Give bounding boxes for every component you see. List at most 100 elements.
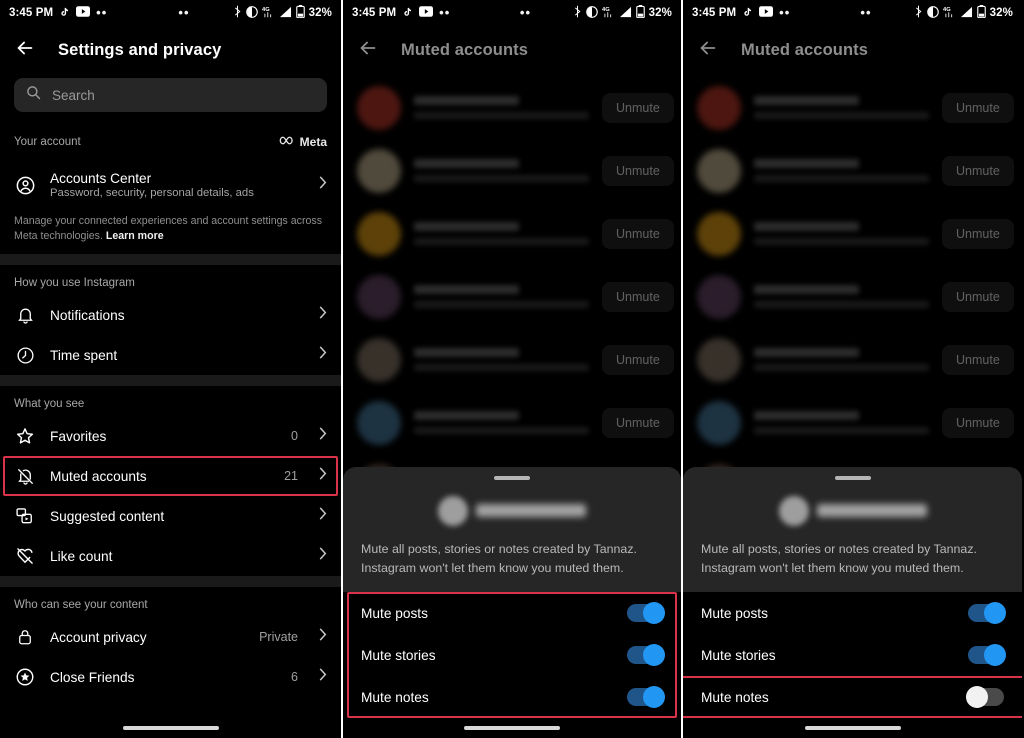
cellular-signal-icon [960, 6, 973, 21]
suggested-content-icon [14, 505, 36, 527]
learn-more-link[interactable]: Learn more [106, 230, 164, 242]
section-divider [0, 576, 341, 588]
chevron-right-icon [319, 668, 327, 686]
home-indicator [0, 718, 341, 738]
avatar [438, 495, 468, 526]
meta-infinity-icon [279, 135, 296, 149]
mute-posts-switch[interactable] [968, 602, 1006, 624]
4g-signal-icon: 4G [262, 5, 275, 21]
chevron-right-icon [319, 507, 327, 525]
favorites-count: 0 [291, 429, 298, 444]
mute-notes-switch[interactable] [966, 686, 1004, 708]
section-label-who-can-see: Who can see your content [14, 599, 148, 612]
cellular-signal-icon [619, 6, 632, 21]
muted-accounts-count: 21 [284, 469, 298, 484]
status-bar: 3:45 PM •• •• 4G 32% [683, 0, 1022, 26]
account-username-redacted [476, 504, 586, 518]
mute-options-bottom-sheet: Mute all posts, stories or notes created… [683, 466, 1022, 738]
more-dots-icon: •• [439, 5, 451, 20]
sidebar-item-account-privacy[interactable]: Account privacy Private [0, 617, 341, 657]
svg-text:4G: 4G [943, 7, 951, 13]
sidebar-item-muted-accounts[interactable]: Muted accounts 21 [0, 456, 341, 497]
mute-posts-switch[interactable] [627, 602, 665, 624]
heart-slash-icon [14, 545, 36, 567]
sheet-account-header [683, 492, 1022, 530]
mute-toggle-group: Mute posts Mute stories Mute notes [343, 592, 681, 718]
mute-toggle-group: Mute posts Mute stories Mute notes [683, 592, 1022, 718]
sidebar-item-suggested-content[interactable]: Suggested content [0, 496, 341, 536]
svg-text:4G: 4G [262, 7, 270, 13]
tiktok-icon [59, 6, 70, 21]
toggle-row-mute-posts[interactable]: Mute posts [343, 592, 681, 634]
bluetooth-icon [233, 5, 242, 21]
bell-slash-icon [14, 465, 36, 487]
cellular-signal-icon [279, 6, 292, 21]
sidebar-item-like-count[interactable]: Like count [0, 536, 341, 576]
back-arrow-icon[interactable] [697, 37, 719, 64]
search-container: Search [0, 74, 341, 122]
panel-muted-accounts-sheet-all-on: 3:45 PM •• •• 4G 32% Muted accounts Mute… [341, 0, 683, 738]
meta-description: Manage your connected experiences and ac… [14, 215, 322, 243]
status-bar: 3:45 PM •• •• 4G 32% [343, 0, 681, 26]
close-friends-count: 6 [291, 670, 298, 685]
battery-icon [976, 5, 986, 21]
home-indicator [343, 718, 681, 738]
sidebar-item-accounts-center[interactable]: Accounts Center Password, security, pers… [0, 162, 341, 208]
more-dots-icon: •• [178, 5, 190, 20]
toggle-row-mute-notes[interactable]: Mute notes [683, 676, 1022, 718]
sheet-grabber[interactable] [494, 475, 530, 480]
app-header: Muted accounts [343, 26, 681, 74]
search-icon [26, 85, 41, 105]
sidebar-item-notifications[interactable]: Notifications [0, 295, 341, 335]
panel-muted-accounts-sheet-notes-off: 3:45 PM •• •• 4G 32% Muted accounts Mute… [683, 0, 1022, 738]
mute-notes-switch[interactable] [627, 686, 665, 708]
battery-percent-label: 32% [989, 7, 1013, 19]
more-dots-icon: •• [96, 5, 108, 20]
4g-signal-icon: 4G [602, 5, 615, 21]
more-dots-icon: •• [779, 5, 791, 20]
accounts-center-title: Accounts Center [50, 171, 152, 186]
section-label-how-you-use: How you use Instagram [14, 277, 135, 290]
youtube-icon [419, 6, 434, 20]
search-input[interactable]: Search [14, 78, 327, 112]
battery-percent-label: 32% [308, 7, 332, 19]
sidebar-item-close-friends[interactable]: Close Friends 6 [0, 657, 341, 697]
chevron-right-icon [319, 176, 327, 194]
page-title: Muted accounts [401, 40, 528, 59]
toggle-row-mute-posts[interactable]: Mute posts [683, 592, 1022, 634]
app-header: Settings and privacy [0, 26, 341, 74]
page-title: Muted accounts [741, 40, 868, 59]
bluetooth-icon [573, 5, 582, 21]
lock-icon [14, 626, 36, 648]
svg-text:4G: 4G [602, 7, 610, 13]
bell-icon [14, 304, 36, 326]
youtube-icon [76, 6, 91, 20]
status-bar-clock: 3:45 PM [692, 7, 737, 19]
panel-settings-and-privacy: 3:45 PM •• •• 4G 32% Settings and privac… [0, 0, 341, 738]
do-not-disturb-icon [585, 5, 598, 21]
battery-icon [295, 5, 305, 21]
home-indicator [683, 718, 1022, 738]
sidebar-item-favorites[interactable]: Favorites 0 [0, 416, 341, 456]
more-dots-icon: •• [860, 5, 872, 20]
accounts-center-subtitle: Password, security, personal details, ad… [50, 187, 254, 199]
do-not-disturb-icon [245, 5, 258, 21]
sheet-grabber[interactable] [834, 475, 871, 480]
battery-percent-label: 32% [648, 7, 672, 19]
status-bar-clock: 3:45 PM [9, 7, 54, 19]
section-divider [0, 375, 341, 387]
mute-stories-switch[interactable] [968, 644, 1006, 666]
back-arrow-icon[interactable] [14, 37, 36, 64]
account-username-redacted [816, 504, 927, 518]
section-divider [0, 254, 341, 266]
sidebar-item-time-spent[interactable]: Time spent [0, 335, 341, 375]
chevron-right-icon [319, 547, 327, 565]
sheet-description: Mute all posts, stories or notes created… [701, 541, 977, 575]
mute-stories-switch[interactable] [627, 644, 665, 666]
sheet-account-header [343, 492, 681, 530]
toggle-row-mute-notes[interactable]: Mute notes [343, 676, 681, 718]
toggle-row-mute-stories[interactable]: Mute stories [343, 634, 681, 676]
back-arrow-icon[interactable] [357, 37, 379, 64]
toggle-row-mute-stories[interactable]: Mute stories [683, 634, 1022, 676]
meta-badge: Meta [279, 135, 327, 149]
